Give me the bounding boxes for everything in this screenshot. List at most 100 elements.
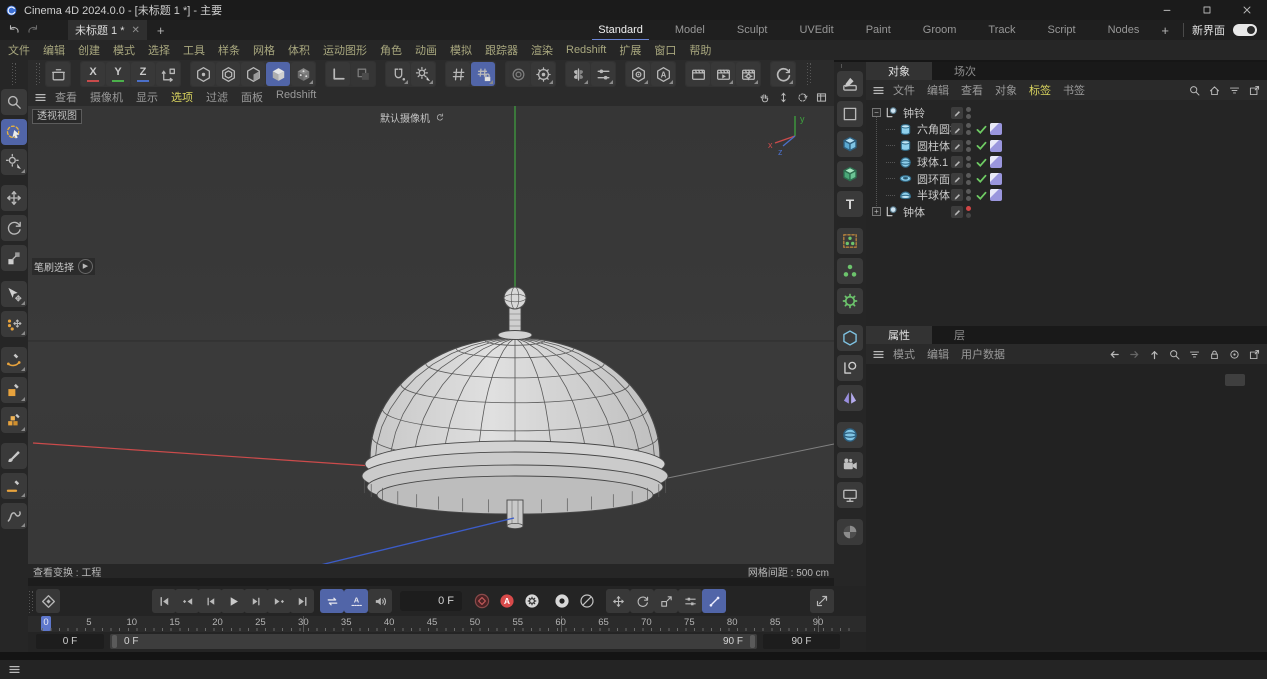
attribute-manager-menu-模式[interactable]: 模式 xyxy=(893,346,915,362)
object-manager-menu-标签[interactable]: 标签 xyxy=(1029,82,1051,98)
lock-icon[interactable] xyxy=(1208,348,1221,361)
phong-tag-icon[interactable] xyxy=(990,189,1002,201)
viewport-menu-查看[interactable]: 查看 xyxy=(55,89,77,105)
edit-toggle[interactable] xyxy=(951,156,963,168)
spline-pen-button[interactable] xyxy=(1,347,27,373)
visibility-dot[interactable] xyxy=(966,114,971,119)
add-workspace-button[interactable]: + xyxy=(1161,23,1169,38)
drag-handle[interactable] xyxy=(841,64,855,68)
viewport-menu-显示[interactable]: 显示 xyxy=(136,89,158,105)
menu-burger-icon[interactable] xyxy=(8,663,21,676)
preview-range-bar[interactable]: 0 F 90 F xyxy=(110,634,757,649)
visibility-dot[interactable] xyxy=(966,180,971,185)
object-manager-menu-编辑[interactable]: 编辑 xyxy=(927,82,949,98)
visibility-dot[interactable] xyxy=(966,123,971,128)
undo-icon[interactable] xyxy=(7,23,21,37)
prev-key-button[interactable] xyxy=(175,589,199,613)
live-selection-button[interactable] xyxy=(1,119,27,145)
next-frame-button[interactable] xyxy=(244,589,268,613)
attribute-manager-tab-属性[interactable]: 属性 xyxy=(866,326,932,344)
back-icon[interactable] xyxy=(1108,348,1121,361)
visibility-dot[interactable] xyxy=(966,189,971,194)
redo-button[interactable] xyxy=(26,23,40,37)
edit-toggle[interactable] xyxy=(951,206,963,218)
edit-toggle[interactable] xyxy=(951,140,963,152)
collapse-icon[interactable]: − xyxy=(872,108,881,117)
edit-toggle[interactable] xyxy=(951,107,963,119)
drag-handle[interactable] xyxy=(36,63,41,85)
rectangle-spline-button[interactable] xyxy=(1,377,27,403)
menu-运动图形[interactable]: 运动图形 xyxy=(323,42,367,58)
edit-toggle[interactable] xyxy=(951,173,963,185)
forward-icon[interactable] xyxy=(1128,348,1141,361)
object-name[interactable]: 圆柱体 xyxy=(917,138,950,154)
ngon-object-button[interactable] xyxy=(837,325,863,351)
camera-label[interactable]: 默认摄像机 xyxy=(380,110,445,125)
tree-row-圆柱体[interactable]: 圆柱体 xyxy=(866,137,1267,154)
menu-模拟[interactable]: 模拟 xyxy=(450,42,472,58)
menu-创建[interactable]: 创建 xyxy=(78,42,100,58)
enabled-check-icon[interactable] xyxy=(975,172,988,185)
timeline-ruler[interactable]: 051015202530354045505560657075808590 xyxy=(28,616,866,632)
menu-帮助[interactable]: 帮助 xyxy=(689,42,711,58)
menu-编辑[interactable]: 编辑 xyxy=(43,42,65,58)
undo-button[interactable] xyxy=(7,23,21,37)
menu-burger-icon[interactable] xyxy=(872,348,885,361)
viewport-menu-摄像机[interactable]: 摄像机 xyxy=(90,89,123,105)
workspace-tab-nodes[interactable]: Nodes xyxy=(1106,22,1142,39)
phong-tag-icon[interactable] xyxy=(990,140,1002,152)
home-icon[interactable] xyxy=(1208,84,1221,97)
workspace-tab-model[interactable]: Model xyxy=(673,22,707,39)
menu-窗口[interactable]: 窗口 xyxy=(654,42,676,58)
object-name[interactable]: 钟体 xyxy=(903,204,925,220)
tree-row-球体.1[interactable]: 球体.1 xyxy=(866,154,1267,171)
text-object-button[interactable]: T xyxy=(837,191,863,217)
edges-mode-button[interactable] xyxy=(216,62,240,86)
range-end-field[interactable]: 90 F xyxy=(763,634,840,649)
object-name[interactable]: 半球体 xyxy=(917,187,950,203)
workspace-tab-uvedit[interactable]: UVEdit xyxy=(797,22,835,39)
brush-selection-label[interactable]: 笔刷选择 ▶ xyxy=(32,258,95,275)
line-pen-button[interactable] xyxy=(1,473,27,499)
sphere-object-button[interactable] xyxy=(837,422,863,448)
menu-跟踪器[interactable]: 跟踪器 xyxy=(485,42,518,58)
tree-row-钟体[interactable]: +钟体 xyxy=(866,203,1267,220)
sketch-tool-button[interactable] xyxy=(1,503,27,529)
go-start-button[interactable] xyxy=(152,589,176,613)
workspace-tab-standard[interactable]: Standard xyxy=(596,22,645,39)
tree-row-钟铃[interactable]: − 钟铃 xyxy=(866,104,1267,121)
popout-icon[interactable] xyxy=(1248,348,1261,361)
multi-move-button[interactable] xyxy=(1,311,27,337)
menu-动画[interactable]: 动画 xyxy=(415,42,437,58)
symmetry-object-button[interactable] xyxy=(837,385,863,411)
object-name[interactable]: 钟铃 xyxy=(903,105,925,121)
tree-row-半球体[interactable]: 半球体 xyxy=(866,187,1267,204)
points-mode-button[interactable] xyxy=(191,62,215,86)
viewport-canvas[interactable]: 透视视图 默认摄像机 笔刷选择 ▶ y x z xyxy=(28,106,834,564)
go-end-button[interactable] xyxy=(290,589,314,613)
enabled-check-icon[interactable] xyxy=(975,123,988,136)
keyframe-settings-button[interactable] xyxy=(520,589,544,613)
search-icon[interactable] xyxy=(1188,84,1201,97)
rotate-tool-button[interactable] xyxy=(1,215,27,241)
object-name[interactable]: 球体.1 xyxy=(917,154,948,170)
material-object-button[interactable] xyxy=(837,519,863,545)
visibility-dot[interactable] xyxy=(966,147,971,152)
ring-dim-button[interactable] xyxy=(506,62,530,86)
tree-row-圆环面[interactable]: 圆环面 xyxy=(866,170,1267,187)
menu-样条[interactable]: 样条 xyxy=(218,42,240,58)
array-object-button[interactable] xyxy=(837,258,863,284)
render-view-button[interactable] xyxy=(686,62,710,86)
sound-button[interactable] xyxy=(368,589,392,613)
plane-object-button[interactable] xyxy=(837,101,863,127)
all-frames-button[interactable]: A xyxy=(344,589,368,613)
edit-toggle[interactable] xyxy=(951,123,963,135)
matrix-object-button[interactable] xyxy=(837,228,863,254)
redo-icon[interactable] xyxy=(26,23,40,37)
camera-swap-icon[interactable] xyxy=(434,112,445,123)
object-name[interactable]: 圆环面 xyxy=(917,171,950,187)
scale-tool-button[interactable] xyxy=(1,245,27,271)
menu-渲染[interactable]: 渲染 xyxy=(531,42,553,58)
workspace-tab-script[interactable]: Script xyxy=(1045,22,1077,39)
record-keyframe-button[interactable] xyxy=(470,589,494,613)
